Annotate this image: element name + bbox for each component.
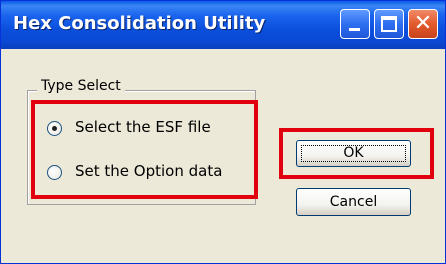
cancel-label: Cancel: [329, 194, 378, 210]
minimize-icon: [349, 28, 360, 31]
maximize-button[interactable]: [374, 9, 404, 39]
ok-button[interactable]: OK: [296, 140, 411, 167]
ok-label: OK: [343, 145, 364, 161]
minimize-button[interactable]: [340, 9, 370, 39]
close-button[interactable]: ✕: [408, 9, 438, 39]
close-icon: ✕: [413, 11, 433, 36]
group-label: Type Select: [37, 78, 125, 94]
highlight-box-options: [31, 100, 258, 199]
title-bar[interactable]: Hex Consolidation Utility ✕: [1, 1, 445, 49]
dialog-window: Hex Consolidation Utility ✕ Type Select …: [0, 0, 446, 264]
maximize-icon: [381, 16, 397, 32]
window-title: Hex Consolidation Utility: [13, 13, 266, 34]
cancel-button[interactable]: Cancel: [296, 188, 411, 216]
